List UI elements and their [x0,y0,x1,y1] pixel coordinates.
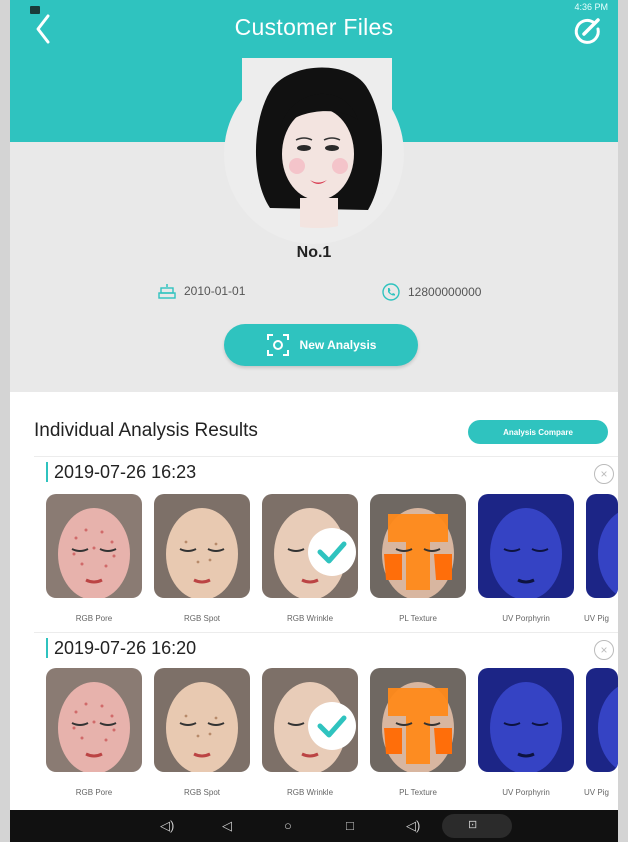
page-title: Customer Files [234,14,394,40]
thumb-label: RGB Spot [183,788,220,797]
close-icon[interactable]: × [594,640,614,660]
close-icon[interactable]: × [594,464,614,484]
analysis-compare-button[interactable]: Analysis Compare [468,420,608,444]
device-frame: 4:36 PM Customer Files No.1 2010-01-01 1… [10,0,618,842]
status-time: 4:36 PM [574,2,608,12]
birthdate-row: 2010-01-01 [158,283,245,299]
thumb-label: PL Texture [399,614,437,623]
screenshot-icon: ⊡ [468,819,478,831]
thumb-rgb-spot[interactable] [154,668,250,772]
thumb-pl-texture[interactable] [370,668,466,772]
cake-icon [158,284,176,299]
thumb-label: UV Porphyrin [502,788,550,797]
results-section: Individual Analysis Results Analysis Com… [10,392,618,810]
volume-up-icon[interactable]: ◁) [406,818,420,834]
thumb-label: UV Porphyrin [502,614,550,623]
thumb-rgb-spot[interactable] [154,494,250,598]
thumb-pl-texture[interactable] [370,494,466,598]
thumb-label: RGB Spot [183,614,220,623]
edit-icon[interactable] [572,16,602,46]
new-analysis-label: New Analysis [299,338,377,352]
thumb-rgb-wrinkle[interactable] [262,668,358,772]
thumb-label: RGB Pore [75,614,113,623]
phone-icon [382,283,400,301]
avatar [242,58,392,228]
thumb-rgb-pore[interactable] [46,494,142,598]
divider [34,632,618,633]
app-screen: 4:36 PM Customer Files No.1 2010-01-01 1… [10,0,618,810]
system-nav-bar: ◁) ◁ ○ □ ◁) ⊡ [10,810,618,842]
nav-recents-icon[interactable]: □ [346,818,354,833]
phone-text: 12800000000 [408,285,482,299]
session-datetime: 2019-07-26 16:23 [46,462,196,482]
thumb-label: RGB Wrinkle [286,614,334,623]
thumb-label: PL Texture [399,788,437,797]
thumb-rgb-pore[interactable] [46,668,142,772]
thumb-uv-porphyrin[interactable] [478,494,574,598]
new-analysis-button[interactable]: New Analysis [224,324,418,366]
camera-focus-icon [266,334,289,356]
thumb-label: UV Pig [584,788,609,797]
thumb-uv-porphyrin[interactable] [478,668,574,772]
divider [34,456,618,457]
nav-home-icon[interactable]: ○ [284,818,292,833]
birthdate-text: 2010-01-01 [184,284,246,298]
nav-back-icon[interactable]: ◁ [222,818,232,834]
thumb-uv-pig[interactable] [586,494,618,598]
customer-name: No.1 [296,244,332,261]
volume-down-icon[interactable]: ◁) [160,818,174,834]
results-title: Individual Analysis Results [34,420,258,441]
phone-row: 12800000000 [382,283,481,301]
thumb-label: RGB Pore [75,788,113,797]
thumb-uv-pig[interactable] [586,668,618,772]
thumb-label: RGB Wrinkle [286,788,334,797]
session-datetime: 2019-07-26 16:20 [46,638,196,658]
thumb-label: UV Pig [584,614,609,623]
thumb-rgb-wrinkle[interactable] [262,494,358,598]
